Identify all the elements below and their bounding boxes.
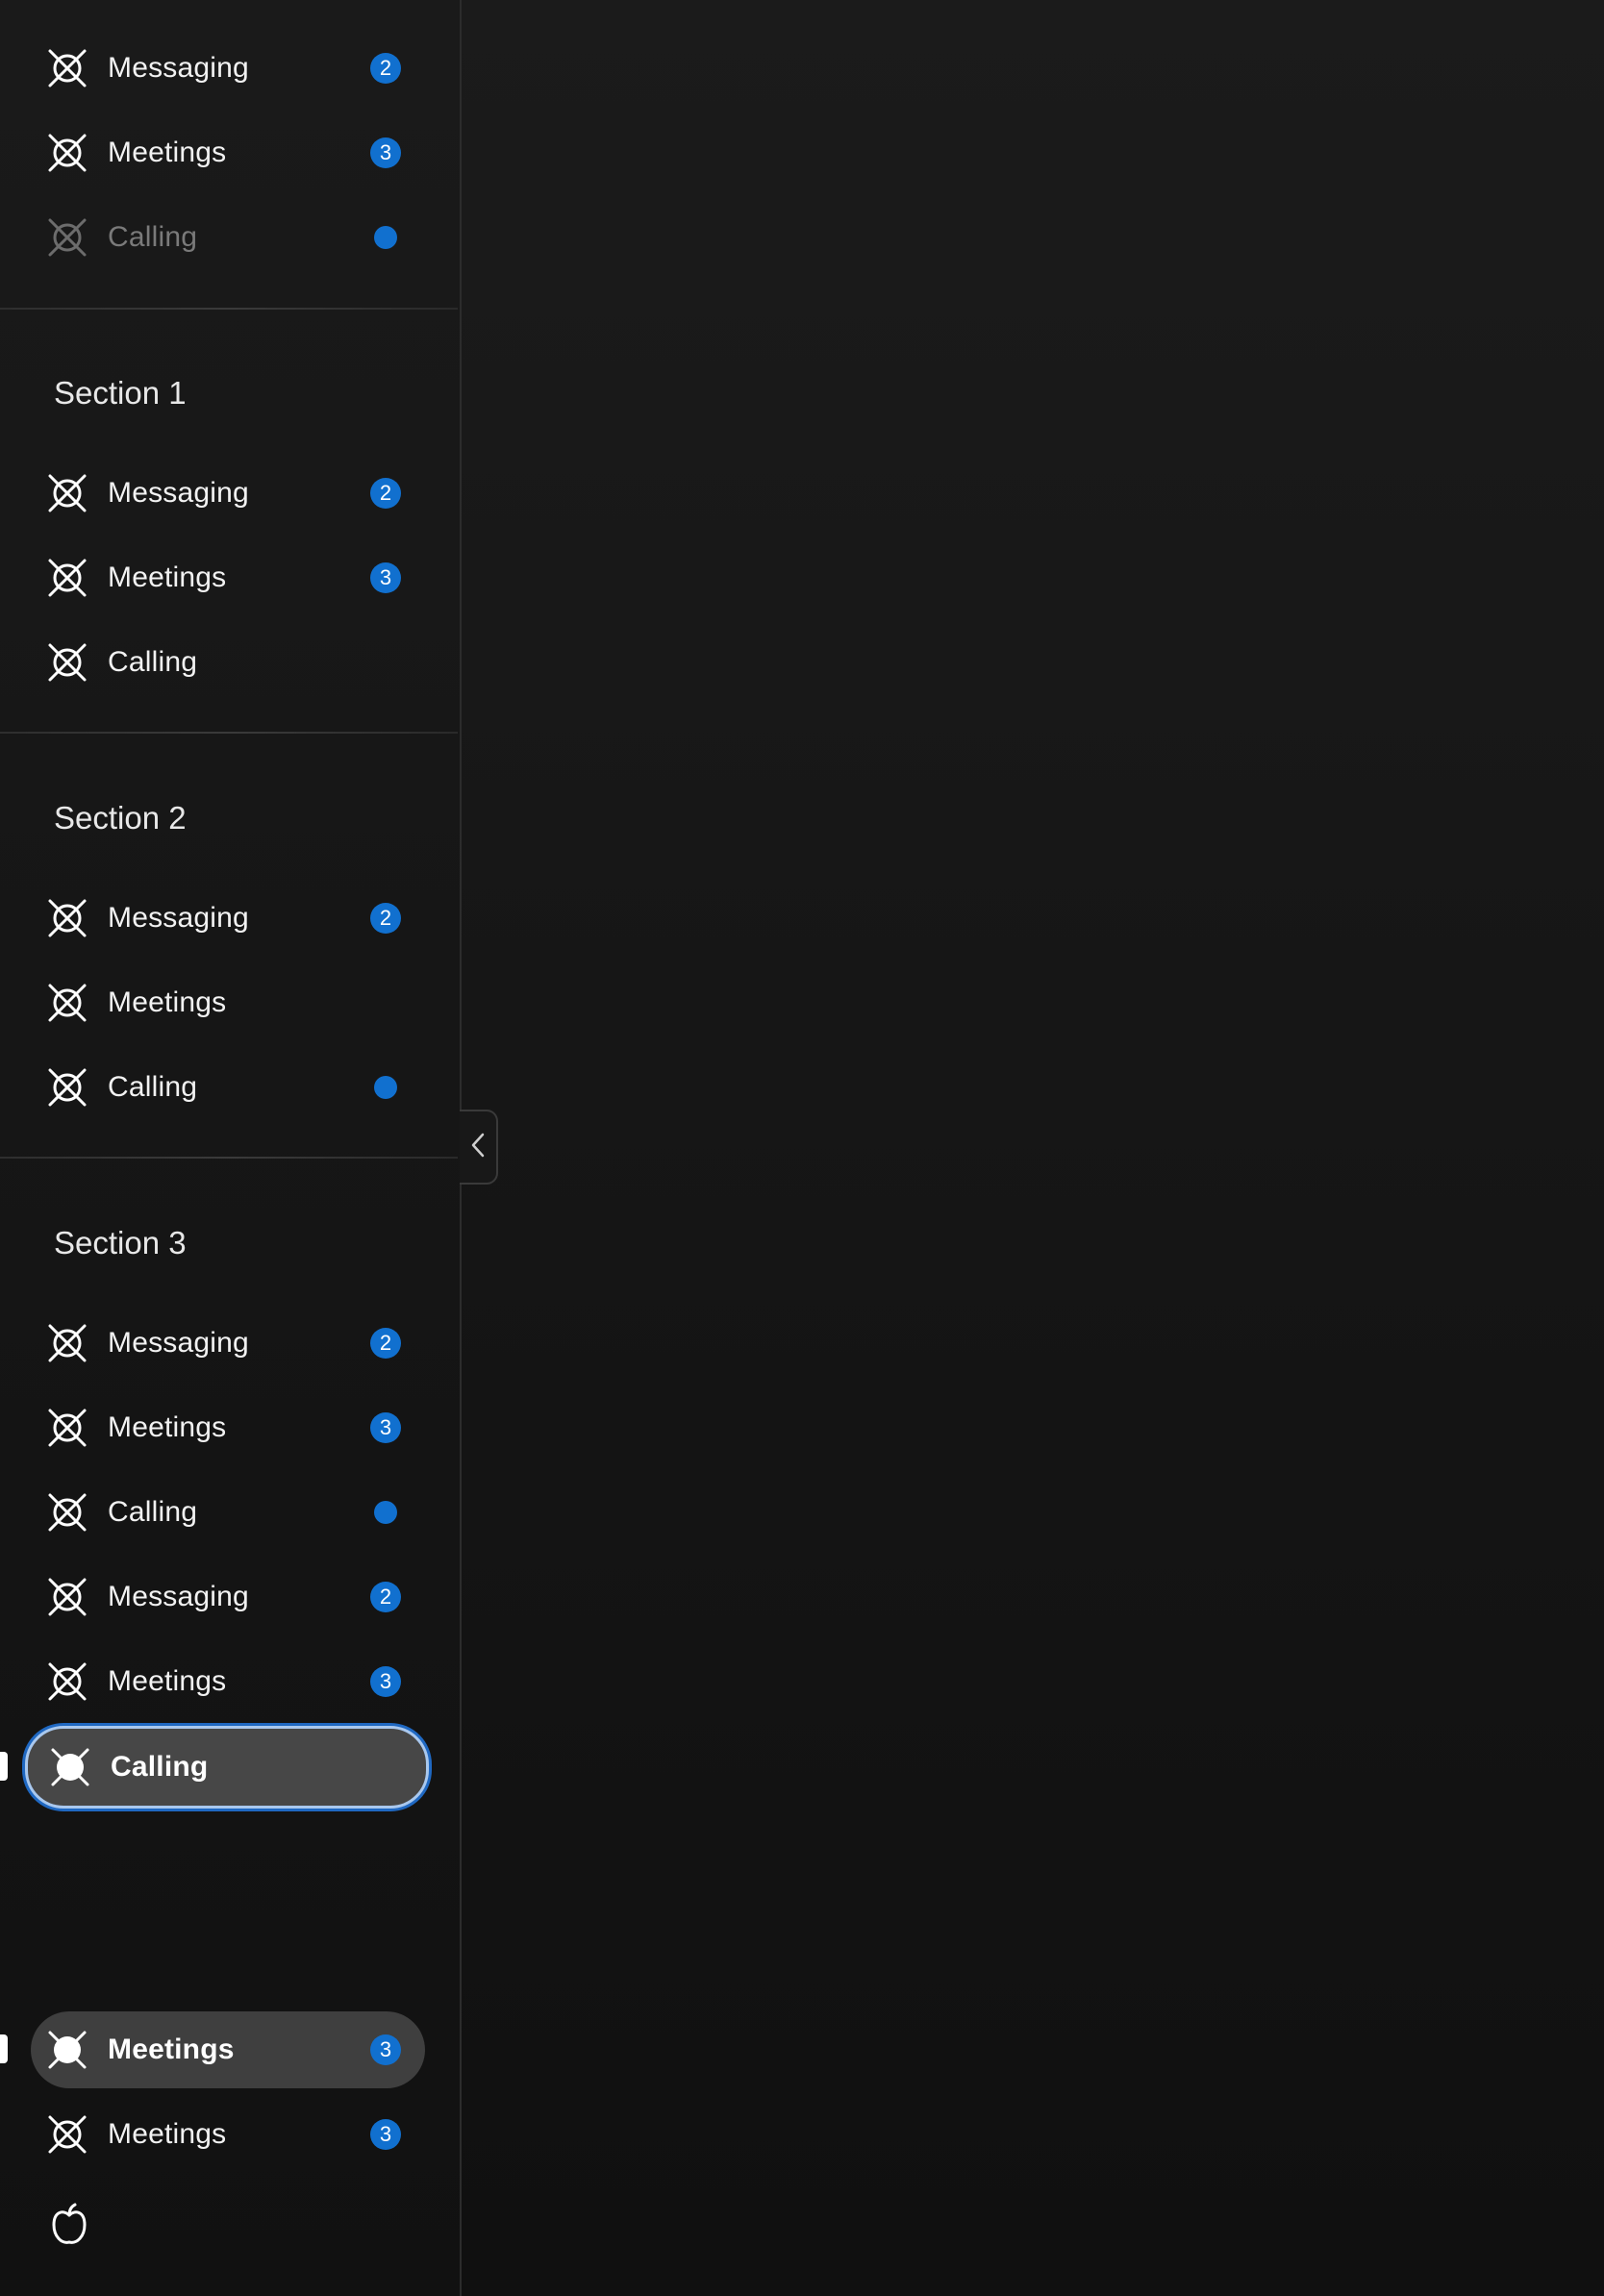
nav-item-messaging[interactable]: Messaging 2 <box>31 455 425 532</box>
nav-item-label: Messaging <box>108 52 249 84</box>
nav-item-calling[interactable]: Calling <box>31 1474 425 1551</box>
nav-item-calling-disabled: Calling <box>31 199 425 276</box>
apple-icon[interactable] <box>48 2202 90 2248</box>
nav-item-label: Messaging <box>108 477 249 509</box>
notification-dot <box>374 1076 397 1099</box>
unread-count-badge: 2 <box>370 903 401 934</box>
divider <box>0 732 458 734</box>
placeholder-x-icon <box>46 1491 88 1534</box>
nav-item-label: Meetings <box>108 1665 227 1697</box>
placeholder-x-icon <box>46 982 88 1024</box>
nav-item-calling-selected[interactable]: Calling <box>25 1726 429 1809</box>
nav-item-label: Calling <box>108 1071 198 1103</box>
nav-item-calling[interactable]: Calling <box>31 624 425 701</box>
nav-item-label: Calling <box>108 1496 198 1528</box>
chevron-left-icon <box>467 1132 489 1163</box>
placeholder-x-icon <box>46 1066 88 1109</box>
unread-count-badge: 3 <box>370 2034 401 2065</box>
nav-item-label: Messaging <box>108 1327 249 1359</box>
nav-item-label: Meetings <box>108 562 227 593</box>
section-title: Section 3 <box>54 1225 187 1260</box>
placeholder-x-icon <box>46 557 88 599</box>
nav-item-label: Meetings <box>108 137 227 168</box>
nav-item-meetings[interactable]: Meetings 3 <box>31 539 425 616</box>
app-window: Messaging 2 Meetings 3 Calling Section 1… <box>0 0 1604 2296</box>
nav-item-calling[interactable]: Calling <box>31 1049 425 1126</box>
nav-item-meetings-selected[interactable]: Meetings 3 <box>31 2011 425 2088</box>
unread-count-badge: 3 <box>370 562 401 593</box>
placeholder-x-icon <box>46 216 88 259</box>
nav-item-label: Meetings <box>108 2118 227 2150</box>
nav-item-meetings[interactable]: Meetings 3 <box>31 1643 425 1720</box>
notification-dot <box>374 1501 397 1524</box>
nav-item-messaging[interactable]: Messaging 2 <box>31 1559 425 1635</box>
placeholder-x-filled-icon <box>46 2029 88 2071</box>
main-content <box>500 0 1604 2296</box>
section-title: Section 2 <box>54 800 187 836</box>
active-indicator <box>0 1752 8 1781</box>
placeholder-x-icon <box>46 1660 88 1703</box>
nav-item-label: Messaging <box>108 902 249 934</box>
unread-count-badge: 3 <box>370 1412 401 1443</box>
nav-item-label: Calling <box>108 221 198 253</box>
placeholder-x-filled-icon <box>49 1746 91 1788</box>
placeholder-x-icon <box>46 1322 88 1364</box>
placeholder-x-icon <box>46 47 88 89</box>
sidebar: Messaging 2 Meetings 3 Calling Section 1… <box>0 0 462 2296</box>
nav-item-meetings[interactable]: Meetings <box>31 964 425 1041</box>
unread-count-badge: 2 <box>370 53 401 84</box>
placeholder-x-icon <box>46 897 88 939</box>
active-indicator <box>0 2034 8 2063</box>
placeholder-x-icon <box>46 1576 88 1618</box>
nav-item-label: Messaging <box>108 1581 249 1612</box>
nav-item-label: Meetings <box>108 1411 227 1443</box>
unread-count-badge: 3 <box>370 137 401 168</box>
nav-item-messaging[interactable]: Messaging 2 <box>31 880 425 957</box>
divider <box>0 1157 458 1159</box>
unread-count-badge: 2 <box>370 478 401 509</box>
nav-item-meetings[interactable]: Meetings 3 <box>31 1389 425 1466</box>
nav-item-label: Calling <box>108 646 198 678</box>
placeholder-x-icon <box>46 472 88 514</box>
nav-item-label: Meetings <box>108 986 227 1018</box>
placeholder-x-icon <box>46 132 88 174</box>
placeholder-x-icon <box>46 2113 88 2156</box>
placeholder-x-icon <box>46 641 88 684</box>
placeholder-x-icon <box>46 1407 88 1449</box>
unread-count-badge: 3 <box>370 1666 401 1697</box>
unread-count-badge: 3 <box>370 2119 401 2150</box>
nav-item-label: Meetings <box>108 2034 235 2065</box>
divider <box>0 308 458 310</box>
notification-dot <box>374 226 397 249</box>
collapse-sidebar-button[interactable] <box>460 1110 498 1185</box>
nav-item-label: Calling <box>111 1751 209 1783</box>
nav-item-meetings[interactable]: Meetings 3 <box>31 114 425 191</box>
nav-item-messaging[interactable]: Messaging 2 <box>31 30 425 107</box>
nav-item-messaging[interactable]: Messaging 2 <box>31 1305 425 1382</box>
unread-count-badge: 2 <box>370 1582 401 1612</box>
unread-count-badge: 2 <box>370 1328 401 1359</box>
nav-item-meetings[interactable]: Meetings 3 <box>31 2096 425 2173</box>
section-title: Section 1 <box>54 375 187 411</box>
